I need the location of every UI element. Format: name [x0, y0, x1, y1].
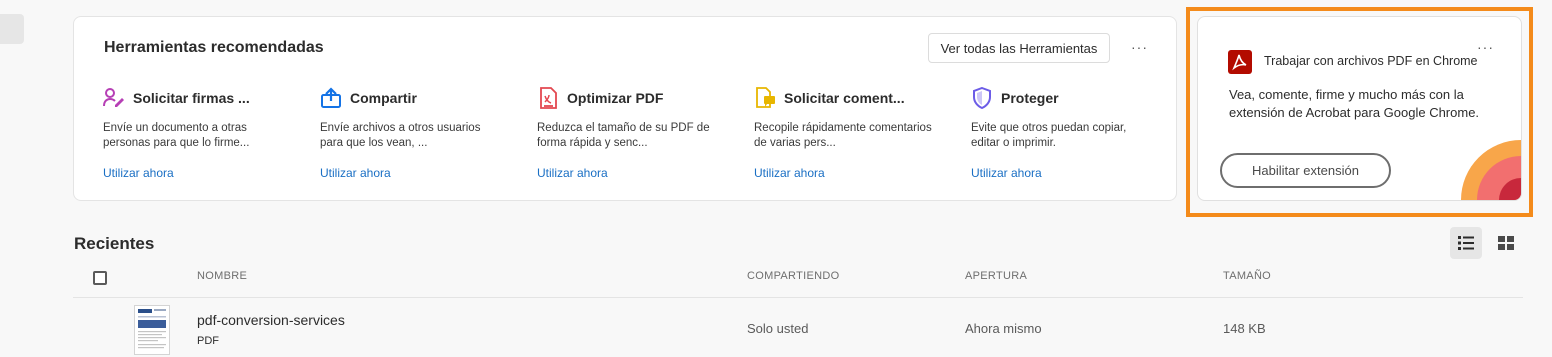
list-view-button[interactable]: [1450, 227, 1482, 259]
tool-optimize-pdf[interactable]: Optimizar PDF Reduzca el tamaño de su PD…: [537, 85, 717, 151]
list-view-icon: [1458, 236, 1474, 250]
grid-view-icon: [1498, 236, 1514, 250]
grid-view-button[interactable]: [1490, 227, 1522, 259]
tool-name: Proteger: [1001, 90, 1059, 106]
enable-extension-button[interactable]: Habilitar extensión: [1220, 153, 1391, 188]
tool-request-signatures-link[interactable]: Utilizar ahora: [103, 166, 174, 180]
tool-share[interactable]: Compartir Envíe archivos a otros usuario…: [320, 85, 500, 151]
compress-pdf-icon: [540, 87, 557, 109]
promo-more-options-icon[interactable]: ···: [1477, 39, 1494, 55]
tools-more-options-icon[interactable]: ···: [1131, 39, 1148, 55]
file-type: PDF: [197, 335, 219, 347]
promo-description: Vea, comente, firme y mucho más con la e…: [1229, 87, 1480, 120]
file-size: 148 KB: [1223, 321, 1266, 336]
recommended-tools-card: Herramientas recomendadas Ver todas las …: [73, 16, 1177, 201]
promo-title: Trabajar con archivos PDF en Chrome: [1264, 54, 1478, 68]
column-header-name[interactable]: NOMBRE: [197, 270, 247, 282]
select-all-checkbox[interactable]: [93, 271, 107, 285]
tool-name: Optimizar PDF: [567, 90, 664, 106]
file-sharing: Solo usted: [747, 321, 809, 336]
file-opened: Ahora mismo: [965, 321, 1042, 336]
tool-request-signatures[interactable]: Solicitar firmas ... Envíe un documento …: [103, 85, 283, 151]
acrobat-logo-icon: [1228, 50, 1252, 74]
share-upload-icon: [321, 87, 341, 108]
file-thumbnail: [134, 305, 170, 355]
comment-request-icon: [756, 87, 775, 108]
tool-description: Envíe un documento a otras personas para…: [103, 122, 250, 149]
tool-protect[interactable]: Proteger Evite que otros puedan copiar, …: [971, 85, 1151, 151]
column-header-opened[interactable]: APERTURA: [965, 270, 1027, 282]
see-all-tools-button[interactable]: Ver todas las Herramientas: [928, 33, 1110, 63]
tool-protect-link[interactable]: Utilizar ahora: [971, 166, 1042, 180]
tool-description: Recopile rápidamente comentarios de vari…: [754, 122, 932, 149]
promo-decoration-graphic: [1461, 140, 1521, 200]
request-signature-icon: [103, 88, 124, 107]
file-name[interactable]: pdf-conversion-services: [197, 312, 345, 328]
shield-icon: [973, 87, 991, 109]
tool-optimize-pdf-link[interactable]: Utilizar ahora: [537, 166, 608, 180]
tool-share-link[interactable]: Utilizar ahora: [320, 166, 391, 180]
left-rail-toggle[interactable]: [0, 14, 24, 44]
tool-name: Solicitar coment...: [784, 90, 905, 106]
tool-description: Evite que otros puedan copiar, editar o …: [971, 122, 1127, 149]
tools-section-title: Herramientas recomendadas: [104, 39, 324, 56]
tool-description: Envíe archivos a otros usuarios para que…: [320, 122, 481, 149]
tool-description: Reduzca el tamaño de su PDF de forma ráp…: [537, 122, 710, 149]
column-header-sharing[interactable]: COMPARTIENDO: [747, 270, 839, 282]
chrome-extension-promo-card: ··· Trabajar con archivos PDF en Chrome …: [1197, 16, 1522, 201]
column-header-size[interactable]: TAMAÑO: [1223, 270, 1271, 282]
tool-name: Compartir: [350, 90, 417, 106]
tool-name: Solicitar firmas ...: [133, 90, 250, 106]
recents-title: Recientes: [74, 234, 155, 253]
table-divider: [73, 297, 1523, 298]
tool-request-comments[interactable]: Solicitar coment... Recopile rápidamente…: [754, 85, 934, 151]
tool-request-comments-link[interactable]: Utilizar ahora: [754, 166, 825, 180]
